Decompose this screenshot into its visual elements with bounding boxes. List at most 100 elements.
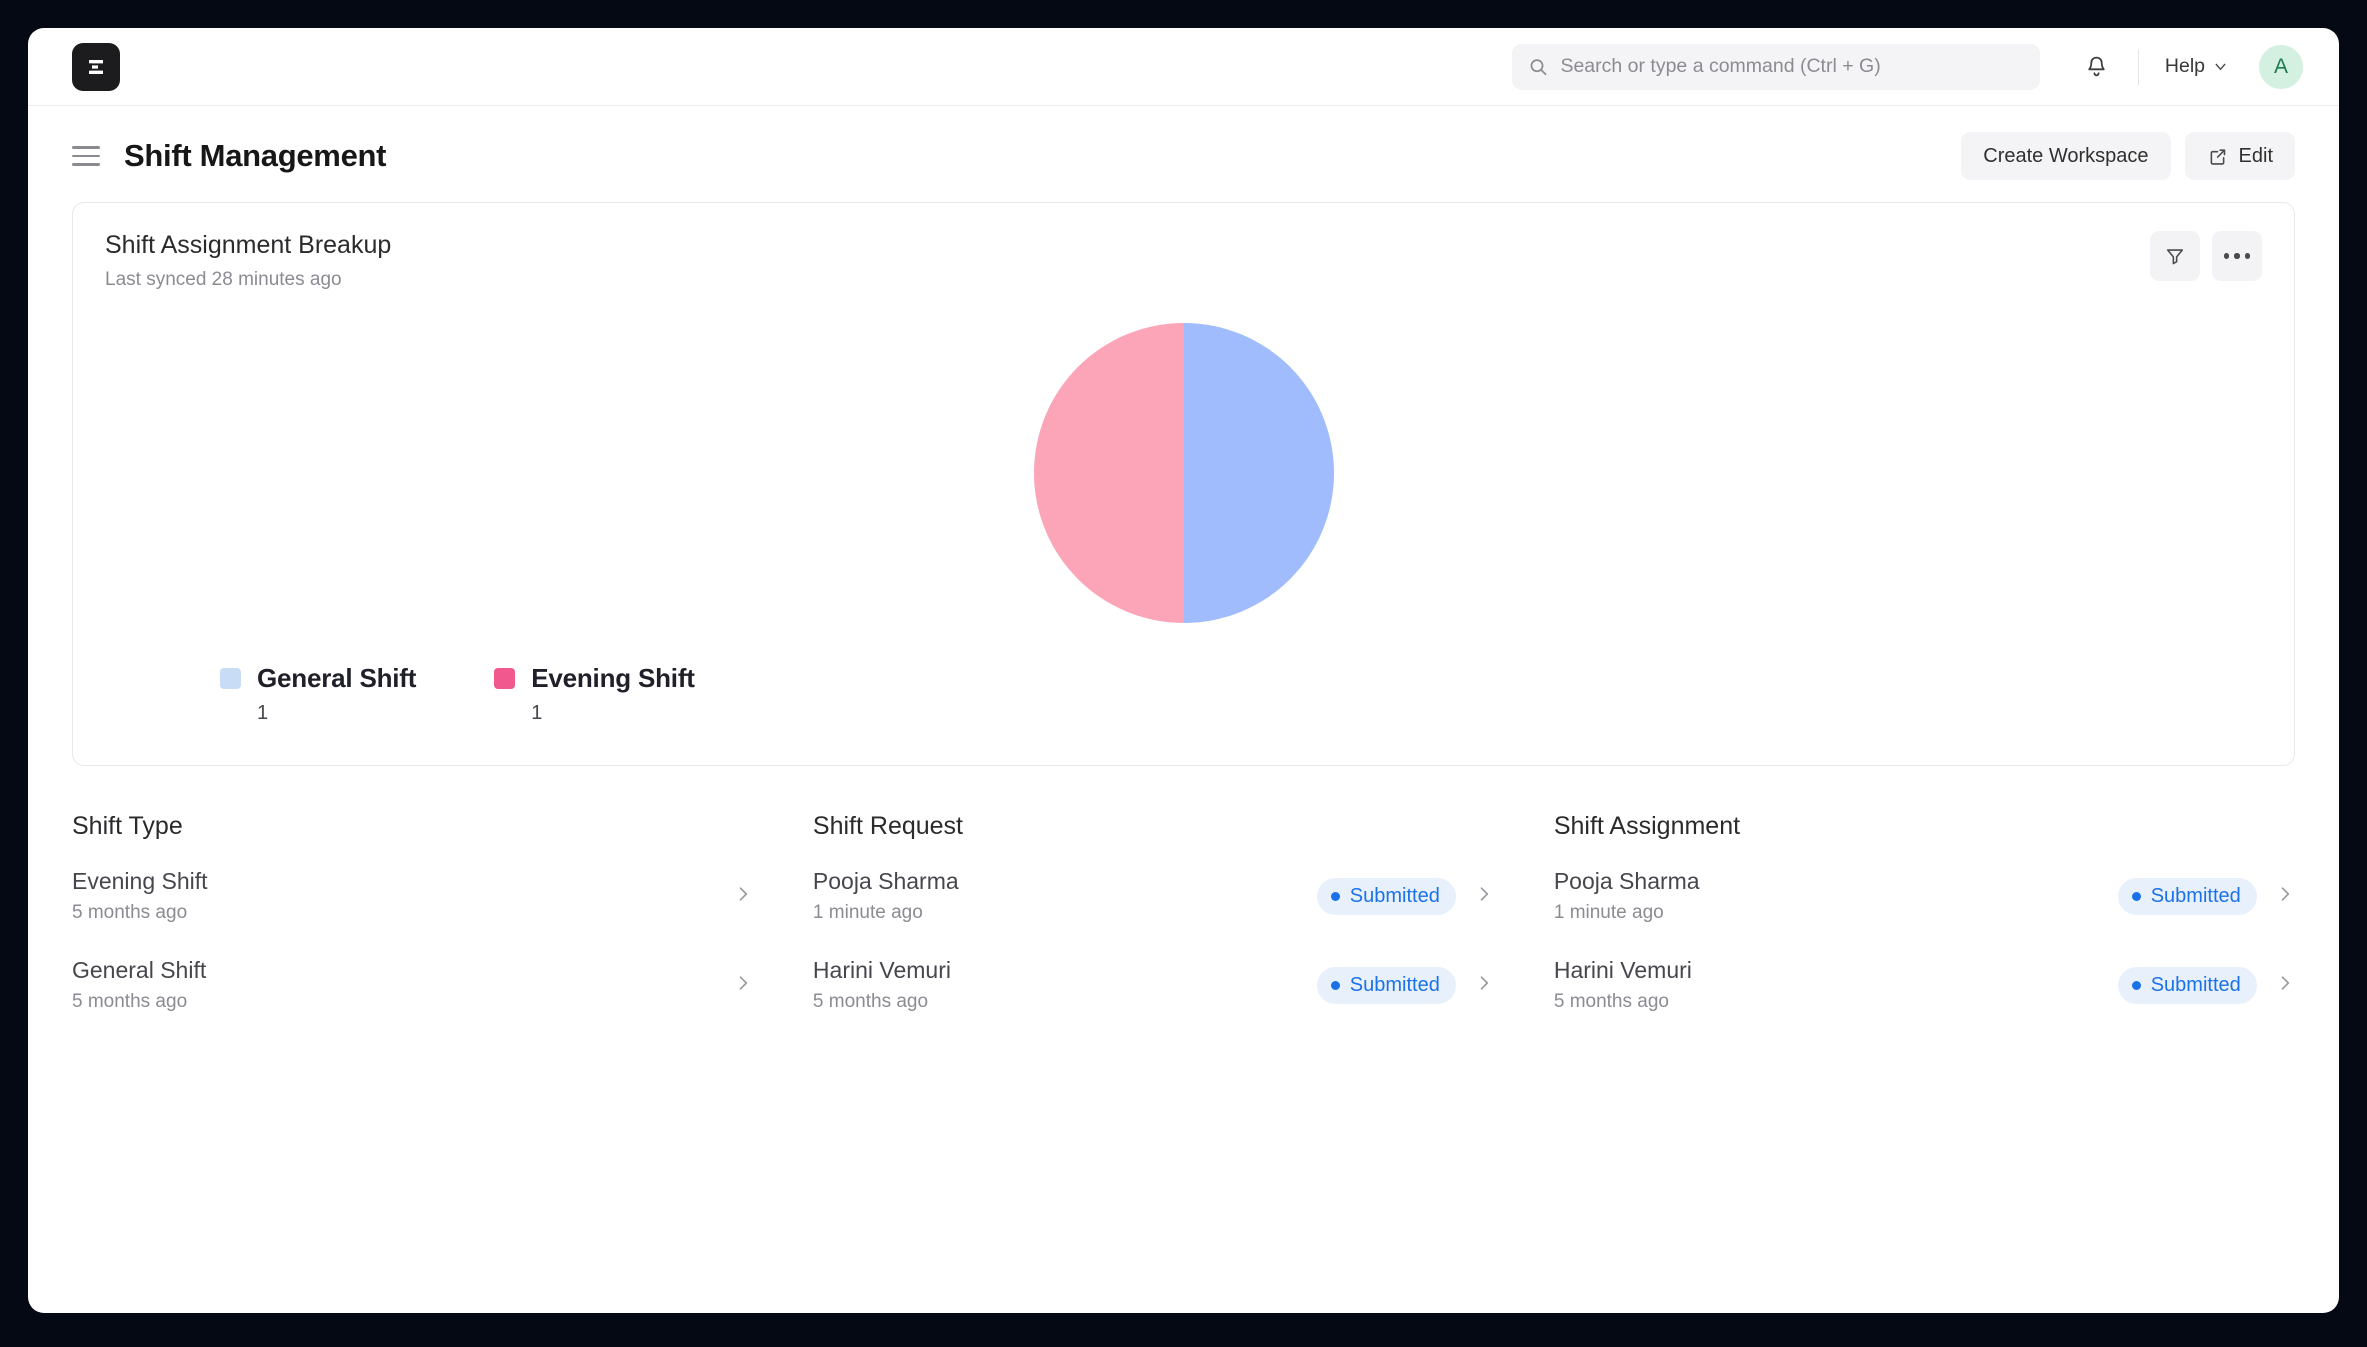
help-menu[interactable]: Help [2157,49,2237,84]
list-item-timestamp: 1 minute ago [1553,902,1664,923]
list-item-right: Submitted [1316,877,1494,915]
list-item-title: Harini Vemuri [1553,957,1692,983]
chart-card: Shift Assignment Breakup Last synced 28 … [72,202,2295,766]
list-item-timestamp: 5 months ago [812,991,929,1012]
avatar[interactable]: A [2259,44,2303,89]
shortcut-column: Shift Type Evening Shift 5 months ago Gener… [72,812,813,1029]
pie-slice-general-shift[interactable] [1183,323,1334,623]
legend-label-general-shift: General Shift [257,663,417,693]
page-content: Shift Assignment Breakup Last synced 28 … [28,202,2339,1313]
list-item[interactable]: Pooja Sharma 1 minute ago Submitted [813,851,1494,940]
list-item[interactable]: Pooja Sharma 1 minute ago Submitted [1554,851,2295,940]
filter-button[interactable] [2150,231,2200,281]
list-item-text: Pooja Sharma 1 minute ago [813,868,959,924]
page-header: Shift Management Create Workspace Edit [28,106,2339,202]
chevron-right-icon[interactable] [2275,884,2295,909]
page-header-actions: Create Workspace Edit [1961,132,2295,180]
list-item-title: Harini Vemuri [812,957,951,983]
navbar-divider [2137,48,2139,85]
list-item-text: Pooja Sharma 1 minute ago [1554,868,1700,924]
chevron-right-icon[interactable] [733,973,753,998]
top-navbar: Help A [28,28,2339,106]
list-item-timestamp: 5 months ago [1553,991,1669,1012]
list-item[interactable]: Evening Shift 5 months ago [72,851,753,940]
legend-label-evening-shift: Evening Shift [531,663,695,693]
list-item-right: Submitted [1316,966,1494,1004]
status-badge: Submitted [2117,877,2257,915]
legend-swatch-general-shift [220,668,241,689]
ellipsis-icon [2223,253,2251,259]
legend-value-evening-shift: 1 [531,702,543,724]
column-title: Shift Assignment [1553,812,1741,840]
chart-more-button[interactable] [2212,231,2262,281]
status-badge: Submitted [1316,966,1456,1004]
list-item-text: Harini Vemuri 5 months ago [813,957,951,1013]
status-badge-label: Submitted [2150,973,2241,996]
pie-chart [105,297,2262,649]
status-badge: Submitted [1316,877,1456,915]
legend-item-general-shift[interactable]: General Shift 1 [220,663,416,725]
pie-chart-svg [1033,323,1334,623]
chart-subtitle: Last synced 28 minutes ago [105,269,342,290]
bell-icon [2088,56,2106,77]
list-item[interactable]: Harini Vemuri 5 months ago Submitted [813,940,1494,1029]
pie-slice-evening-shift[interactable] [1033,323,1184,623]
status-dot-icon [1330,891,1340,901]
column-title: Shift Type [72,812,183,840]
search-input[interactable] [1560,55,2024,78]
list-item-right [733,973,753,998]
help-label: Help [2164,55,2205,77]
chart-card-actions [2150,231,2262,281]
list-item[interactable]: General Shift 5 months ago [72,940,753,1029]
chevron-down-icon [2215,63,2226,71]
chart-card-titles: Shift Assignment Breakup Last synced 28 … [105,231,391,291]
shortcut-columns: Shift Type Evening Shift 5 months ago Gener… [72,812,2295,1029]
list-item-text: General Shift 5 months ago [72,957,206,1013]
list-item[interactable]: Harini Vemuri 5 months ago Submitted [1554,940,2295,1029]
list-item-title: Evening Shift [72,868,208,894]
list-item-text: Harini Vemuri 5 months ago [1554,957,1692,1013]
status-badge-label: Submitted [1349,973,1440,996]
list-item-title: Pooja Sharma [812,868,959,894]
list-item-right: Submitted [2117,877,2295,915]
legend-item-evening-shift[interactable]: Evening Shift 1 [494,663,695,725]
chart-card-header: Shift Assignment Breakup Last synced 28 … [105,231,2262,291]
edit-button[interactable]: Edit [2184,132,2295,180]
status-dot-icon [2131,891,2141,901]
chevron-right-icon[interactable] [1474,884,1494,909]
status-dot-icon [1330,980,1340,990]
edit-label: Edit [2238,144,2273,167]
list-item-right: Submitted [2117,966,2295,1004]
notifications-button[interactable] [2074,44,2120,90]
navbar-right-group: Help A [1511,43,2303,90]
shortcut-column: Shift Assignment Pooja Sharma 1 minute ago… [1554,812,2295,1029]
app-window: Help A Shift Management Create [28,28,2339,1313]
list-item-title: General Shift [72,957,207,983]
list-item-title: Pooja Sharma [1553,868,1700,894]
status-badge-label: Submitted [1349,884,1440,907]
list-item-right [733,884,753,909]
chart-legend: General Shift 1 Evening Shift 1 [105,649,2262,739]
sidebar-toggle-icon[interactable] [72,141,102,171]
avatar-initial: A [2273,54,2288,78]
chart-title: Shift Assignment Breakup [105,231,392,259]
edit-icon [2210,148,2225,165]
status-badge: Submitted [2117,966,2257,1004]
search-box[interactable] [1511,43,2040,90]
list-item-text: Evening Shift 5 months ago [72,868,208,924]
app-logo[interactable] [72,42,120,91]
list-item-timestamp: 1 minute ago [812,902,923,923]
filter-icon [2166,249,2184,265]
column-title: Shift Request [812,812,964,840]
create-workspace-button[interactable]: Create Workspace [1961,132,2171,180]
legend-value-general-shift: 1 [257,702,269,724]
chevron-right-icon[interactable] [1474,973,1494,998]
legend-swatch-evening-shift [494,668,516,689]
page-title: Shift Management [124,138,387,173]
frappe-logo-icon [89,59,103,74]
desktop-background: Help A Shift Management Create [0,0,2367,1347]
chevron-right-icon[interactable] [2275,973,2295,998]
list-item-timestamp: 5 months ago [72,902,188,923]
chevron-right-icon[interactable] [733,884,753,909]
search-icon [1530,58,1547,75]
